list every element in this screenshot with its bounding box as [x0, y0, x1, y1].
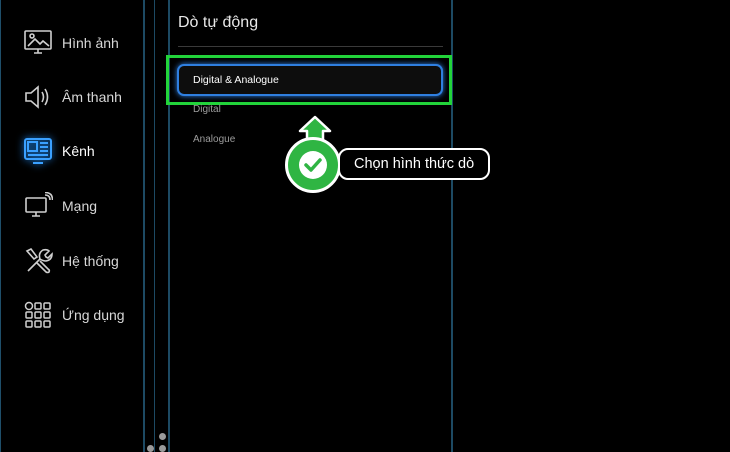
sidebar-item-system[interactable]: Hệ thống [22, 241, 119, 281]
settings-sidebar: Hình ảnh Âm thanh Kênh Mạng Hệ thống Ứng… [0, 0, 145, 452]
title-divider [178, 46, 443, 47]
sidebar-item-label: Hình ảnh [62, 35, 119, 51]
option-digital[interactable]: Digital [193, 104, 221, 115]
picture-icon [22, 27, 54, 59]
sidebar-item-sound[interactable]: Âm thanh [22, 77, 122, 117]
sidebar-item-network[interactable]: Mạng [22, 186, 97, 226]
sidebar-item-label: Mạng [62, 198, 98, 214]
sidebar-item-label: Kênh [62, 143, 95, 159]
sidebar-item-label: Âm thanh [62, 89, 122, 105]
tools-icon [22, 245, 54, 277]
callout-badge [285, 137, 341, 193]
callout-label: Chọn hình thức dò [338, 148, 491, 180]
submenu-indicator [147, 0, 166, 452]
apps-icon [22, 299, 54, 331]
option-analogue[interactable]: Analogue [193, 134, 235, 145]
scroll-dot [147, 445, 154, 452]
sidebar-item-apps[interactable]: Ứng dụng [22, 295, 125, 335]
sidebar-item-label: Ứng dụng [62, 307, 125, 323]
option-digital-analogue[interactable]: Digital & Analogue [177, 64, 443, 96]
sidebar-divider [143, 0, 145, 452]
sidebar-item-picture[interactable]: Hình ảnh [22, 23, 119, 63]
network-icon [22, 190, 54, 222]
speaker-icon [22, 81, 54, 113]
scroll-dot [159, 433, 166, 440]
channel-icon [22, 135, 54, 167]
scroll-dot [159, 445, 166, 452]
panel-title: Dò tự động [178, 14, 259, 31]
sidebar-item-channel[interactable]: Kênh [22, 131, 95, 171]
option-label: Digital & Analogue [193, 74, 279, 86]
check-icon [299, 151, 327, 179]
sidebar-item-label: Hệ thống [62, 253, 119, 269]
